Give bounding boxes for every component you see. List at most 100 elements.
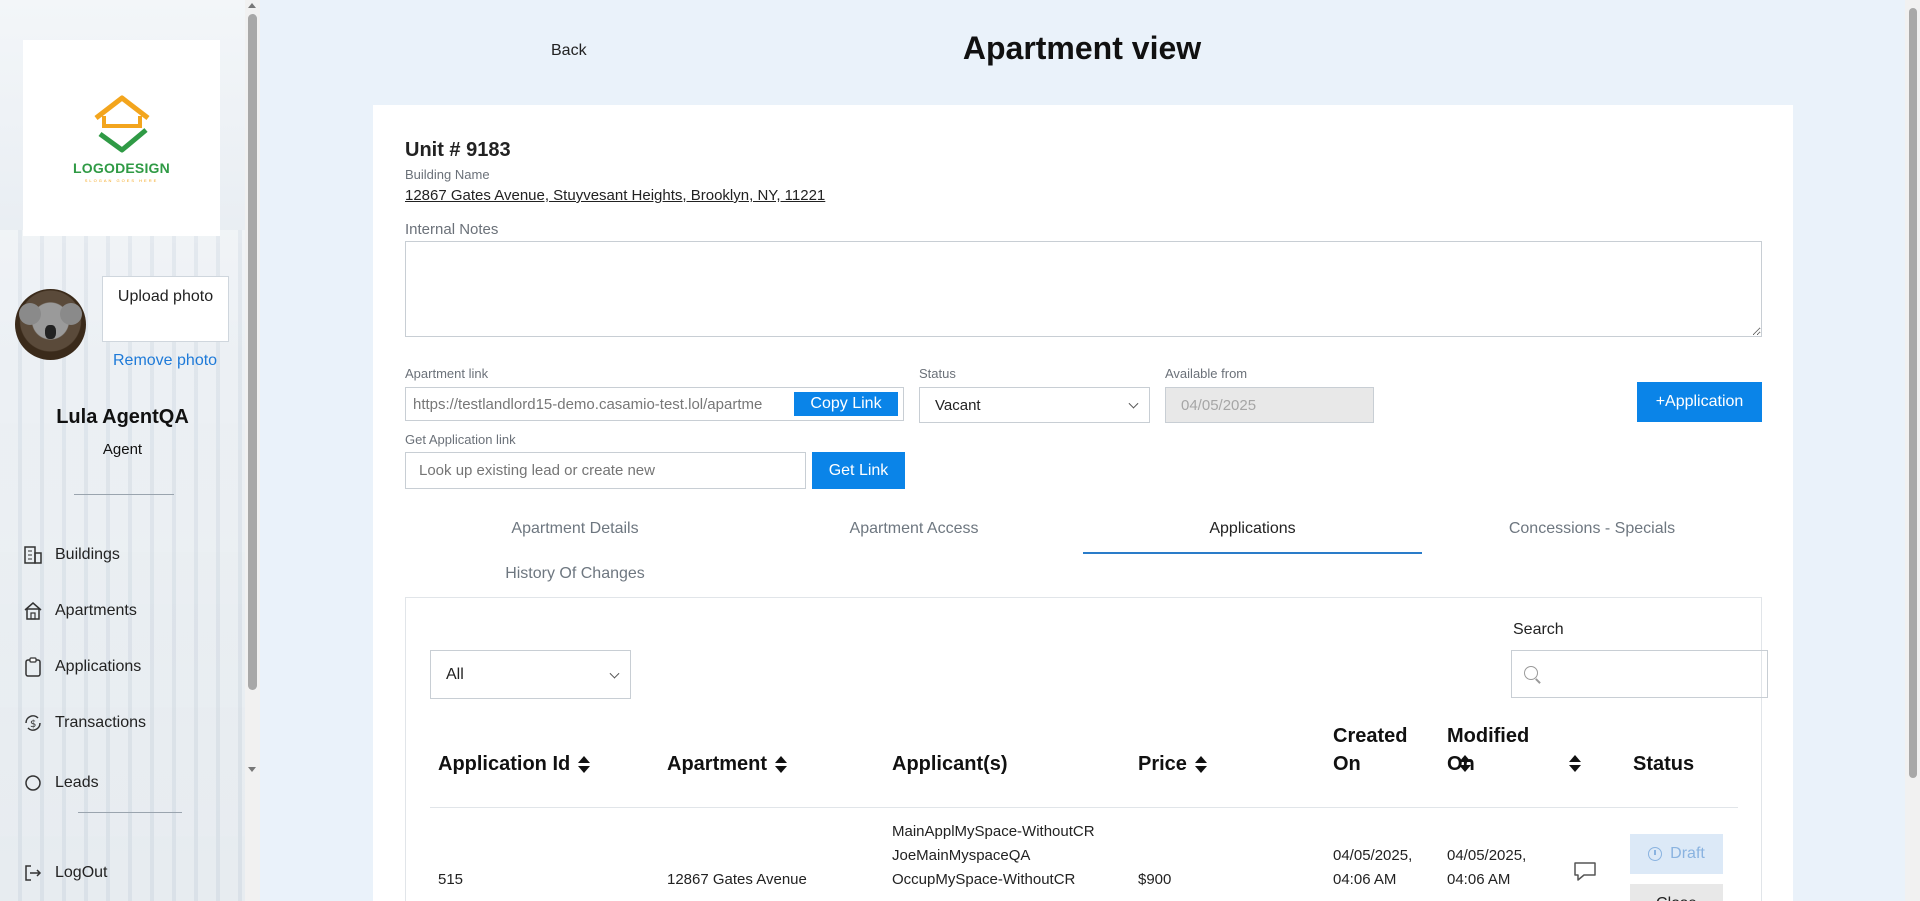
scrollbar-thumb[interactable] (1909, 8, 1917, 778)
filter-value: All (446, 665, 464, 683)
status-label: Status (919, 366, 956, 381)
column-header-apartment[interactable]: Apartment (667, 750, 788, 778)
house-logo-icon (93, 95, 150, 152)
search-icon (1524, 666, 1538, 680)
close-application-button[interactable]: Close (1630, 884, 1723, 901)
upload-photo-button[interactable]: Upload photo (102, 276, 229, 342)
status-draft-label: Draft (1670, 845, 1705, 862)
user-name: Lula AgentQA (56, 406, 189, 428)
tab-concessions-specials[interactable]: Concessions - Specials (1422, 520, 1762, 538)
copy-link-button[interactable]: Copy Link (794, 392, 898, 416)
applications-filter-select[interactable]: All (430, 650, 631, 699)
column-header-label: Application Id (438, 753, 571, 775)
apartment-link-value: https://testlandlord15-demo.casamio-test… (413, 395, 763, 413)
search-label: Search (1513, 621, 1564, 638)
column-header-label: Apartment (667, 753, 768, 775)
active-tab-underline (1083, 552, 1422, 554)
remove-photo-link[interactable]: Remove photo (113, 352, 217, 370)
applicant-name: OccupMySpace-WithoutCR (892, 871, 1076, 888)
status-value: Vacant (935, 396, 981, 414)
applicant-name: MainApplMySpace-WithoutCR (892, 823, 1095, 840)
sort-icon[interactable] (1569, 755, 1581, 773)
avatar-ear-right (60, 303, 82, 325)
sidebar-item-label: Applications (55, 658, 142, 675)
lead-lookup-input[interactable] (405, 452, 806, 489)
column-header-created-on[interactable]: Created On (1333, 722, 1433, 778)
chevron-down-icon (609, 668, 620, 679)
add-application-button[interactable]: +Application (1637, 382, 1762, 422)
building-icon (22, 544, 44, 566)
sidebar: LOGODESIGN SLOGAN GOES HERE Upload photo… (0, 0, 260, 901)
sidebar-item-leads[interactable]: Leads (22, 770, 99, 792)
applicant-name: JoeMainMyspaceQA (892, 847, 1031, 864)
logo-text: LOGODESIGN (73, 159, 170, 176)
apartment-link-label: Apartment link (405, 366, 489, 381)
column-header-application-id[interactable]: Application Id (438, 750, 591, 778)
tab-apartment-access[interactable]: Apartment Access (744, 520, 1084, 538)
tab-apartment-details[interactable]: Apartment Details (405, 520, 745, 538)
sidebar-item-label: Buildings (55, 546, 120, 563)
chevron-down-icon (1128, 398, 1139, 409)
clipboard-icon (22, 656, 44, 678)
user-role: Agent (102, 441, 143, 458)
column-header-price[interactable]: Price (1138, 750, 1207, 778)
logout-label: LogOut (55, 864, 108, 881)
sidebar-scrollbar[interactable] (245, 0, 260, 901)
dollar-cycle-icon: $ (22, 712, 44, 734)
building-address-link[interactable]: 12867 Gates Avenue, Stuyvesant Heights, … (405, 187, 825, 204)
main-scrollbar[interactable] (1905, 0, 1920, 901)
search-input[interactable] (1511, 650, 1768, 698)
sort-icon[interactable] (1194, 755, 1207, 774)
sidebar-item-apartments[interactable]: Apartments (22, 598, 137, 624)
internal-notes-textarea[interactable] (405, 241, 1762, 337)
column-header-label: Price (1138, 753, 1187, 775)
created-on-cell: 04/05/2025, 04:06 AM (1333, 847, 1413, 888)
company-logo: LOGODESIGN SLOGAN GOES HERE (23, 40, 220, 236)
column-header-status: Status (1633, 753, 1695, 775)
sidebar-item-transactions[interactable]: $ Transactions (22, 710, 146, 736)
get-application-link-label: Get Application link (405, 432, 516, 447)
applications-panel: All Search Application Id Apartment Appl… (405, 597, 1768, 901)
column-header-applicants: Applicant(s) (892, 753, 1008, 775)
sort-icon[interactable] (775, 755, 788, 774)
sidebar-item-label: Transactions (55, 714, 146, 731)
available-from-field: 04/05/2025 (1165, 387, 1374, 423)
internal-notes-label: Internal Notes (405, 221, 499, 238)
scroll-down-arrow-icon[interactable] (248, 767, 256, 772)
tab-applications[interactable]: Applications (1083, 520, 1422, 538)
home-icon (22, 600, 44, 622)
avatar-nose (45, 325, 56, 339)
table-header-divider (430, 807, 1738, 808)
apartment-cell: 12867 Gates Avenue (667, 871, 807, 888)
sort-icon[interactable] (578, 755, 591, 774)
svg-text:$: $ (30, 719, 36, 730)
sidebar-item-label: Apartments (55, 602, 137, 619)
scrollbar-thumb[interactable] (248, 14, 257, 690)
page-title: Apartment view (962, 30, 1202, 66)
price-cell: $900 (1138, 871, 1172, 888)
sidebar-item-label: Leads (55, 774, 99, 791)
status-select[interactable]: Vacant (919, 387, 1150, 423)
available-from-label: Available from (1165, 366, 1248, 381)
unit-title: Unit # 9183 (405, 139, 511, 161)
sidebar-divider (78, 812, 182, 813)
available-from-value: 04/05/2025 (1181, 396, 1257, 414)
sidebar-item-buildings[interactable]: Buildings (22, 542, 120, 568)
modified-on-cell: 04/05/2025, 04:06 AM (1447, 847, 1527, 888)
leads-icon (22, 772, 44, 792)
sidebar-item-applications[interactable]: Applications (22, 654, 141, 680)
avatar-ear-left (19, 303, 41, 325)
sidebar-divider (74, 494, 174, 495)
tab-history-of-changes[interactable]: History Of Changes (405, 565, 745, 583)
status-draft-button[interactable]: Draft (1630, 834, 1723, 874)
get-link-button[interactable]: Get Link (812, 452, 905, 489)
scroll-up-arrow-icon[interactable] (248, 3, 256, 8)
building-name-label: Building Name (405, 167, 490, 182)
clock-icon (1648, 847, 1663, 861)
application-id-cell: 515 (438, 871, 464, 888)
chat-bubble-icon[interactable] (1572, 860, 1598, 882)
apartment-card: Unit # 9183 Building Name 12867 Gates Av… (373, 105, 1793, 901)
avatar (15, 289, 86, 360)
column-header-modified-on[interactable]: Modified On (1447, 722, 1547, 778)
logout-button[interactable]: LogOut (22, 860, 107, 886)
